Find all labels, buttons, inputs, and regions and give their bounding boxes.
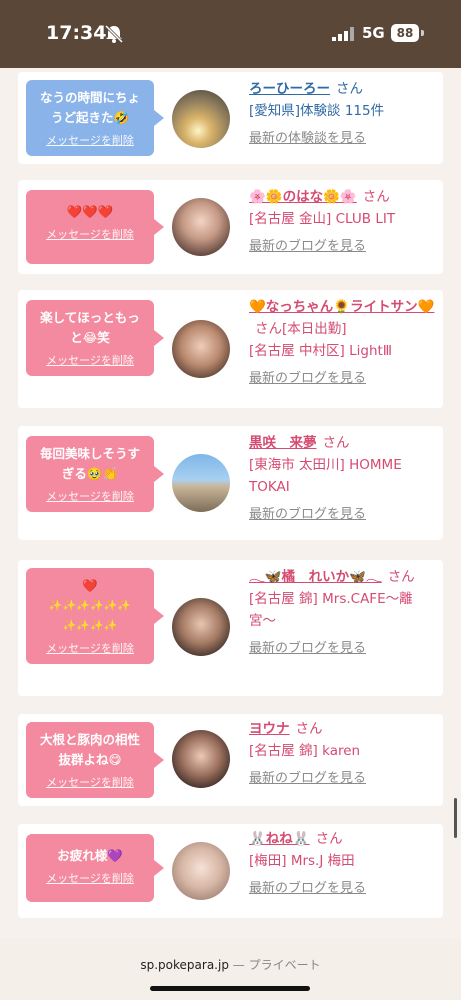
delete-message-link[interactable]: メッセージを削除 [32,774,148,790]
message-bubble: なうの時間にちょ うど起きた🤣 メッセージを削除 [26,80,164,156]
profile-name-link[interactable]: 🐰ねね🐰 [249,831,310,847]
view-latest-link[interactable]: 最新のブログを見る [249,878,435,900]
profile-name-link[interactable]: 🧡なっちゃん🌻ライトサン🧡 [249,299,434,315]
shop-location: [名古屋 中村区] LightⅢ [249,343,393,359]
profile-info: 🧡なっちゃん🌻ライトサン🧡 さん[本日出勤] [名古屋 中村区] LightⅢ 最… [249,296,435,390]
view-latest-link[interactable]: 最新のブログを見る [249,368,435,390]
message-text: ❤️ [82,578,98,593]
message-text: ❤️❤️❤️ [66,204,114,219]
message-bubble: ❤️❤️❤️ メッセージを削除 [26,190,164,264]
delete-message-link[interactable]: メッセージを削除 [32,226,148,242]
message-text: 楽してほっともっ [40,310,140,325]
status-text: [本日出勤] [282,321,347,337]
message-text: ✨✨✨✨✨✨ [48,599,132,612]
avatar[interactable] [172,730,230,788]
delete-message-link[interactable]: メッセージを削除 [32,352,148,368]
profile-info: ヨウナ さん [名古屋 錦] karen 最新のブログを見る [249,718,435,790]
avatar[interactable] [172,842,230,900]
message-bubble: お疲れ様💜 メッセージを削除 [26,834,164,902]
view-latest-link[interactable]: 最新のブログを見る [249,768,435,790]
message-text: と😂笑 [70,330,110,345]
home-indicator[interactable] [150,986,310,991]
message-bubble: 大根と豚肉の相性 抜群よね😋 メッセージを削除 [26,722,164,798]
message-text: うど起きた🤣 [50,110,130,125]
profile-info: ろーひーろー さん [愛知県]体験談 115件 最新の体験談を見る [249,78,435,150]
honorific: さん [255,321,282,337]
shop-location: [梅田] Mrs.J 梅田 [249,853,355,869]
shop-location: [愛知県]体験談 115件 [249,103,385,119]
signal-icon [332,27,354,41]
shop-location: [名古屋 金山] CLUB LIT [249,211,396,227]
message-text: 大根と豚肉の相性 [39,732,140,747]
profile-info: 𓂃🦋橘 れいか🦋𓂃 さん [名古屋 錦] Mrs.CAFE〜離宮〜 最新のブログを… [249,566,435,660]
message-bubble: ❤️ ✨✨✨✨✨✨ ✨✨✨✨ メッセージを削除 [26,568,164,664]
list-item: 楽してほっともっ と😂笑 メッセージを削除 🧡なっちゃん🌻ライトサン🧡 さん[本日… [18,290,443,408]
list-item: 毎回美味しそうす ぎる🥹👏 メッセージを削除 黒咲 来夢 さん [東海市 太田川]… [18,426,443,540]
list-item: なうの時間にちょ うど起きた🤣 メッセージを削除 ろーひーろー さん [愛知県]体… [18,72,443,164]
list-item: ❤️ ✨✨✨✨✨✨ ✨✨✨✨ メッセージを削除 𓂃🦋橘 れいか🦋𓂃 さん [名古屋… [18,560,443,696]
avatar[interactable] [172,454,230,512]
delete-message-link[interactable]: メッセージを削除 [32,640,148,656]
profile-info: 🐰ねね🐰 さん [梅田] Mrs.J 梅田 最新のブログを見る [249,828,435,900]
shop-location: [名古屋 錦] Mrs.CAFE〜離宮〜 [249,591,413,629]
battery-tip [421,30,424,36]
honorific: さん [336,81,363,97]
status-time: 17:34 [46,22,107,44]
message-list[interactable]: なうの時間にちょ うど起きた🤣 メッセージを削除 ろーひーろー さん [愛知県]体… [0,68,461,930]
view-latest-link[interactable]: 最新のブログを見る [249,236,435,258]
view-latest-link[interactable]: 最新の体験談を見る [249,128,435,150]
url-display[interactable]: sp.pokepara.jp — プライベート [0,956,461,973]
url-separator: — [232,958,245,972]
avatar[interactable] [172,198,230,256]
list-item: ❤️❤️❤️ メッセージを削除 🌸🌼のはな🌼🌸 さん [名古屋 金山] CLUB … [18,180,443,274]
message-text: ぎる🥹👏 [61,466,119,481]
delete-message-link[interactable]: メッセージを削除 [32,870,148,886]
shop-location: [名古屋 錦] karen [249,743,361,759]
message-bubble: 毎回美味しそうす ぎる🥹👏 メッセージを削除 [26,436,164,512]
view-latest-link[interactable]: 最新のブログを見る [249,638,435,660]
message-bubble: 楽してほっともっ と😂笑 メッセージを削除 [26,300,164,376]
profile-info: 黒咲 来夢 さん [東海市 太田川] HOMME TOKAI 最新のブログを見る [249,432,435,526]
delete-message-link[interactable]: メッセージを削除 [32,488,148,504]
list-item: 大根と豚肉の相性 抜群よね😋 メッセージを削除 ヨウナ さん [名古屋 錦] ka… [18,714,443,806]
honorific: さん [315,831,343,847]
message-text: ✨✨✨✨ [62,619,118,632]
profile-info: 🌸🌼のはな🌼🌸 さん [名古屋 金山] CLUB LIT 最新のブログを見る [249,186,435,258]
message-text: 毎回美味しそうす [39,446,140,461]
avatar[interactable] [172,320,230,378]
profile-name-link[interactable]: ヨウナ [249,721,290,737]
private-mode-label: プライベート [248,958,321,972]
avatar[interactable] [172,598,230,656]
message-text: お疲れ様💜 [57,848,123,863]
honorific: さん [362,189,390,205]
status-bar: 17:34 5G 88 [0,0,461,68]
message-text: なうの時間にちょ [39,90,140,105]
profile-name-link[interactable]: 𓂃🦋橘 れいか🦋𓂃 [249,569,382,585]
battery-icon: 88 [391,24,419,42]
network-label: 5G [362,24,385,42]
view-latest-link[interactable]: 最新のブログを見る [249,504,435,526]
delete-message-link[interactable]: メッセージを削除 [32,132,148,148]
message-text: 抜群よね😋 [58,752,122,767]
shop-location: [東海市 太田川] HOMME TOKAI [249,457,402,495]
profile-name-link[interactable]: 黒咲 来夢 [249,435,317,451]
scrollbar[interactable] [454,798,457,838]
profile-name-link[interactable]: ろーひーろー [249,81,330,97]
honorific: さん [295,721,323,737]
avatar[interactable] [172,90,230,148]
url-text: sp.pokepara.jp [140,958,229,972]
list-item: お疲れ様💜 メッセージを削除 🐰ねね🐰 さん [梅田] Mrs.J 梅田 最新のブ… [18,824,443,918]
profile-name-link[interactable]: 🌸🌼のはな🌼🌸 [249,189,357,205]
bell-off-icon [104,24,124,44]
honorific: さん [322,435,350,451]
honorific: さん [387,569,415,585]
